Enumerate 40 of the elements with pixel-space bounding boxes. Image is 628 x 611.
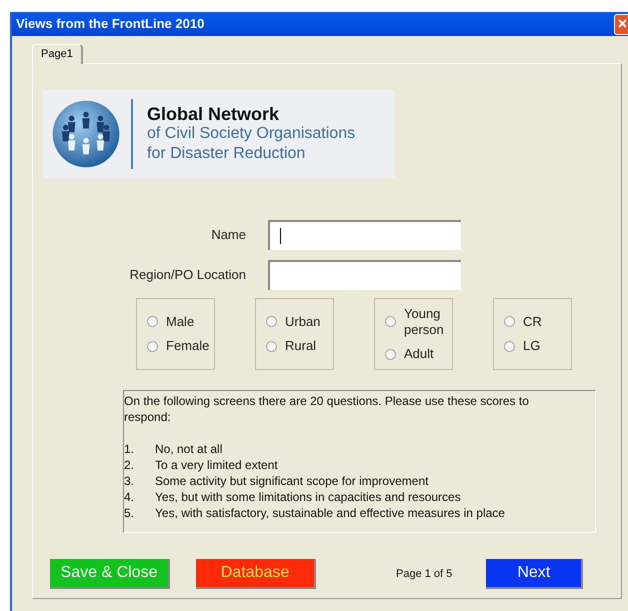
score-description: No, not at all [155,441,222,457]
radio-option[interactable]: Young person [385,306,452,338]
score-number: 4. [124,489,136,505]
tab[interactable]: Page1 [32,44,83,64]
score-description: Some activity but significant scope for improvement [155,473,428,489]
logo-title: Global Network [147,104,280,124]
score-number: 5. [124,505,136,521]
score-number: 2. [124,457,136,473]
window-title: Views from the FrontLine 2010 [16,15,204,34]
radio-button[interactable] [504,316,515,328]
score-description: Yes, with satisfactory, sustainable and effective measures in place [155,505,505,521]
text-field[interactable] [268,220,461,250]
score-description: Yes, but with some limitations in capacities and resources [155,489,461,505]
close-icon [618,19,626,29]
instructions-text: On the following screens there are 20 questions. Please use these scores to respond: [124,393,530,425]
score-description: To a very limited extent [155,457,278,473]
logo-subtitle: of Civil Society Organisations [147,124,356,144]
radio-option[interactable]: CR [504,314,571,330]
logo-subtitle: for Disaster Reduction [147,144,306,164]
radio-option[interactable]: LG [504,338,571,354]
page-indicator: Page 1 of 5 [396,566,452,582]
next-button[interactable]: Next [486,559,584,589]
radio-button[interactable] [385,348,396,360]
radio-button[interactable] [147,340,158,352]
radio-button[interactable] [147,316,158,328]
radio-option[interactable]: Male [147,314,214,330]
field-label: Region/PO Location [128,266,246,284]
score-number: 3. [124,473,136,489]
radio-button[interactable] [504,340,515,352]
field-label: Name [210,226,246,244]
radio-button[interactable] [266,340,277,352]
radio-option[interactable]: Urban [266,314,333,330]
radio-option[interactable]: Female [147,338,214,354]
radio-button[interactable] [385,316,396,328]
close-button[interactable] [614,14,628,34]
radio-option[interactable]: Adult [385,346,452,362]
text-field[interactable] [268,260,461,290]
score-number: 1. [124,441,136,457]
radio-button[interactable] [266,316,277,328]
radio-option[interactable]: Rural [266,338,333,354]
